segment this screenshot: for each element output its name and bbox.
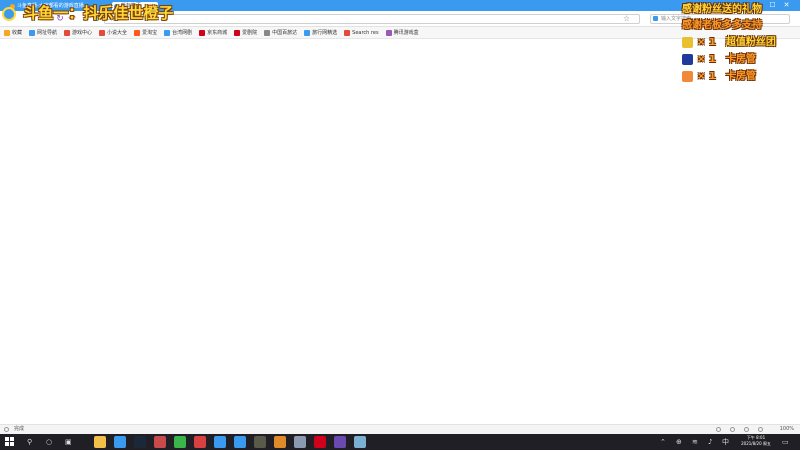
gift-row: × 1 卡房管 bbox=[682, 68, 798, 85]
gift-row: × 1 超值粉丝团 bbox=[682, 34, 798, 51]
gift-count: × 1 bbox=[697, 53, 716, 65]
status-text: 完成 bbox=[14, 426, 25, 432]
gift-count: × 1 bbox=[697, 70, 716, 82]
bookmark-item[interactable]: 网址导航 bbox=[29, 27, 57, 39]
bookmark-label: 中国百旅达 bbox=[272, 29, 298, 36]
windows-taskbar: ⚲ ○ ▣ ⌃ ⊕ ≋ ♪ 中 下午 8:01 2021/8/20 周五 ▭ bbox=[0, 434, 800, 450]
bookmark-icon bbox=[385, 29, 392, 36]
status-bar: 完成 100% bbox=[0, 424, 800, 434]
task-view-icon[interactable]: ▣ bbox=[65, 437, 72, 447]
bookmark-label: 旅行网精选 bbox=[312, 29, 338, 36]
bookmark-item[interactable]: 京东商城 bbox=[199, 27, 227, 39]
bookmark-label: 京东商城 bbox=[207, 29, 228, 36]
stream-title: 斗鱼一：抖乐佳世橙子 bbox=[23, 4, 174, 22]
bookmark-item[interactable]: 台湾网剧 bbox=[164, 27, 192, 39]
bookmark-label: 爱剧院 bbox=[242, 29, 258, 36]
bookmark-item[interactable]: 爱剧院 bbox=[234, 27, 257, 39]
bookmark-label: 收藏 bbox=[12, 29, 23, 36]
bookmark-item[interactable]: 中国百旅达 bbox=[264, 27, 297, 39]
search-engine-icon bbox=[653, 16, 658, 21]
taskbar-clock[interactable]: 下午 8:01 2021/8/20 周五 bbox=[736, 435, 776, 447]
status-icon bbox=[4, 427, 9, 432]
store-icon[interactable] bbox=[194, 436, 206, 448]
bookmark-icon bbox=[264, 29, 271, 36]
wifi-icon[interactable]: ≋ bbox=[692, 437, 698, 447]
bookmark-item[interactable]: 旅行网精选 bbox=[304, 27, 337, 39]
star-icon[interactable]: ☆ bbox=[623, 13, 630, 25]
address-bar[interactable]: 斗鱼 bbox=[104, 14, 640, 24]
gift-overlay-panel: 感谢粉丝送的礼物 感谢老板多多支持 × 1 超值粉丝团 × 1 卡房管 × 1 卡房管 bbox=[682, 2, 798, 85]
clock-date: 2021/8/20 周五 bbox=[741, 441, 771, 446]
bookmark-label: 小说大全 bbox=[107, 29, 128, 36]
volume-icon[interactable]: ♪ bbox=[708, 437, 712, 447]
bookmark-icon bbox=[164, 29, 171, 36]
thanks-line-1: 感谢粉丝送的礼物 bbox=[682, 4, 762, 15]
bookmark-item[interactable]: 爱淘宝 bbox=[134, 27, 157, 39]
bookmark-icon bbox=[99, 29, 106, 36]
ime-icon[interactable]: 中 bbox=[722, 437, 729, 447]
douyu-logo-icon bbox=[2, 6, 16, 21]
card-icon bbox=[682, 54, 693, 65]
gift-row: × 1 卡房管 bbox=[682, 51, 798, 68]
wechat-icon[interactable] bbox=[174, 436, 186, 448]
bookmark-label: 游戏中心 bbox=[72, 29, 93, 36]
search-icon[interactable]: ⚲ bbox=[27, 437, 32, 447]
download-icon[interactable] bbox=[716, 427, 721, 432]
browser-icon[interactable] bbox=[114, 436, 126, 448]
notification-icon[interactable]: ▭ bbox=[782, 437, 789, 447]
windows-start-icon[interactable] bbox=[5, 437, 15, 447]
zoom-icon[interactable] bbox=[758, 427, 763, 432]
steam-icon[interactable] bbox=[134, 436, 146, 448]
document-icon[interactable] bbox=[354, 436, 366, 448]
bookmark-icon bbox=[304, 29, 311, 36]
bookmark-icon bbox=[134, 29, 141, 36]
shield-icon[interactable] bbox=[294, 436, 306, 448]
gift-count: × 1 bbox=[697, 36, 716, 48]
bookmark-item[interactable]: 游戏中心 bbox=[64, 27, 92, 39]
bookmark-bar: 收藏 网址导航 游戏中心 小说大全 爱淘宝 台湾网剧 京东商城 爱剧院 中国百旅达 旅行网精选 Se… bbox=[0, 27, 800, 39]
editor-icon[interactable] bbox=[274, 436, 286, 448]
bookmark-icon bbox=[4, 29, 10, 36]
bookmark-item[interactable]: Search res bbox=[344, 27, 379, 39]
gift-name: 卡房管 bbox=[725, 53, 756, 65]
game-icon[interactable] bbox=[154, 436, 166, 448]
qq-icon[interactable] bbox=[214, 436, 226, 448]
stream-title-overlay: 斗鱼一：抖乐佳世橙子 bbox=[2, 0, 173, 27]
bookmark-icon bbox=[344, 29, 351, 36]
tray-chevron-icon[interactable]: ⌃ bbox=[660, 437, 666, 447]
gift-name: 超值粉丝团 bbox=[725, 36, 776, 48]
gift-name: 卡房管 bbox=[725, 70, 756, 82]
bookmark-item[interactable]: 小说大全 bbox=[99, 27, 127, 39]
bookmark-icon bbox=[29, 29, 36, 36]
bookmark-icon bbox=[64, 29, 71, 36]
settings-icon[interactable] bbox=[730, 427, 735, 432]
cortana-icon[interactable]: ○ bbox=[46, 437, 52, 447]
media-icon[interactable] bbox=[334, 436, 346, 448]
bookmark-label: 网址导航 bbox=[37, 29, 58, 36]
bookmark-icon bbox=[234, 29, 241, 36]
lion-icon bbox=[682, 71, 693, 82]
bookmark-icon bbox=[199, 29, 206, 36]
thanks-line-2: 感谢老板多多支持 bbox=[682, 20, 762, 31]
bookmark-label: Search res bbox=[352, 29, 379, 36]
bookmark-label: 台湾网剧 bbox=[172, 29, 193, 36]
file-explorer-icon[interactable] bbox=[94, 436, 106, 448]
sound-icon[interactable] bbox=[744, 427, 749, 432]
bookmark-item[interactable]: 腾讯游戏盒 bbox=[385, 27, 419, 39]
app-icon[interactable] bbox=[234, 436, 246, 448]
gift-list: × 1 超值粉丝团 × 1 卡房管 × 1 卡房管 bbox=[682, 34, 798, 85]
gold-bar-icon bbox=[682, 37, 693, 48]
zoom-level[interactable]: 100% bbox=[780, 425, 794, 434]
network-icon[interactable]: ⊕ bbox=[676, 437, 682, 447]
terminal-icon[interactable] bbox=[254, 436, 266, 448]
bookmark-label: 腾讯游戏盒 bbox=[393, 29, 419, 36]
netease-icon[interactable] bbox=[314, 436, 326, 448]
bookmark-item[interactable]: 收藏 bbox=[4, 27, 22, 39]
bookmark-label: 爱淘宝 bbox=[142, 29, 158, 36]
